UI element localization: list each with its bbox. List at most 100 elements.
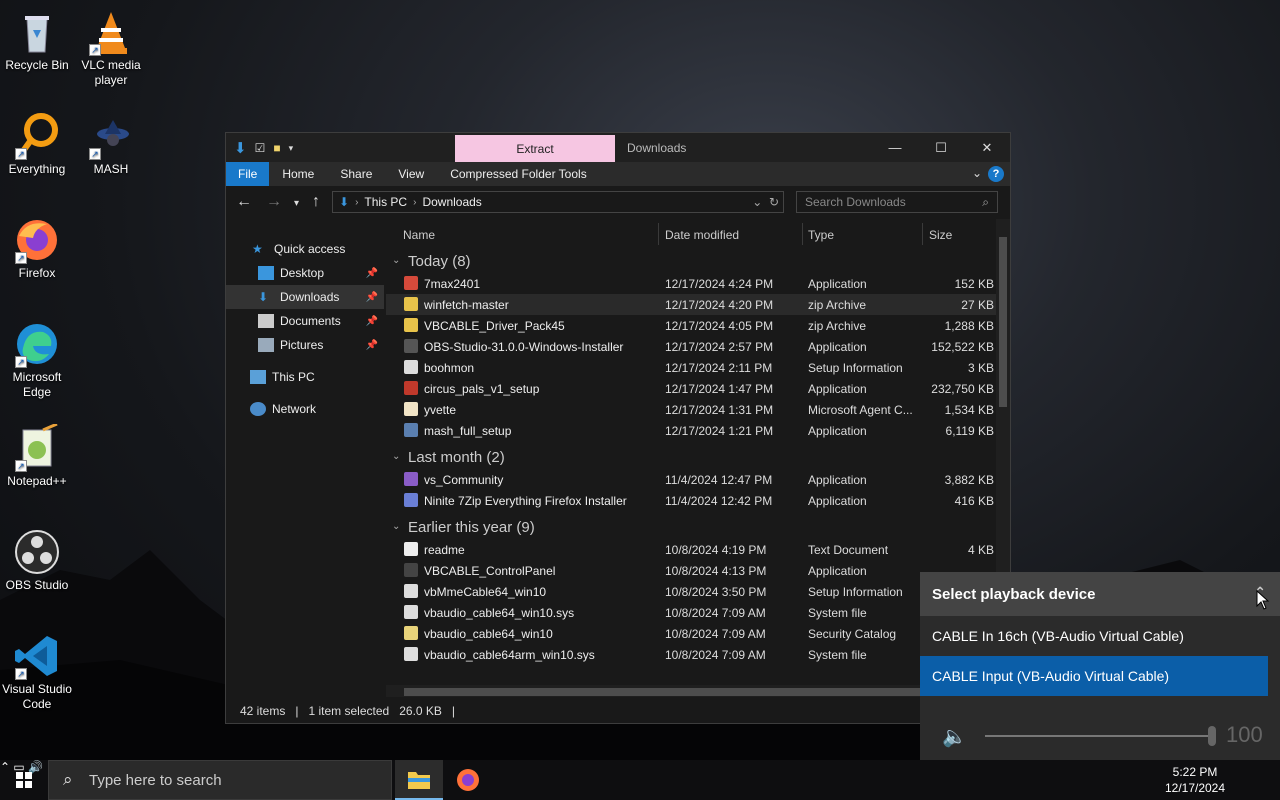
- file-icon: [404, 472, 418, 486]
- file-row[interactable]: vbMmeCable64_win10 10/8/2024 3:50 PM Setup…: [386, 581, 1010, 602]
- down-arrow-icon[interactable]: ⬇: [234, 139, 247, 157]
- group-header[interactable]: ⌄ Last month (2): [386, 447, 1010, 469]
- nav-quick-access[interactable]: ★ Quick access: [226, 237, 384, 261]
- desktop-icon-recycle-bin[interactable]: Recycle Bin: [0, 8, 74, 73]
- file-row[interactable]: vbaudio_cable64_win10 10/8/2024 7:09 AM Se…: [386, 623, 1010, 644]
- desktop-icon-notepadpp[interactable]: ↗ Notepad++: [0, 422, 74, 489]
- file-row[interactable]: VBCABLE_ControlPanel 10/8/2024 4:13 PM App…: [386, 560, 1010, 581]
- file-type: Setup Information: [808, 361, 903, 375]
- help-button[interactable]: ?: [988, 166, 1004, 182]
- network-icon: [250, 402, 266, 416]
- tab-compressed-folder-tools[interactable]: Compressed Folder Tools: [437, 162, 600, 186]
- file-row[interactable]: circus_pals_v1_setup 12/17/2024 1:47 PM Ap…: [386, 378, 1010, 399]
- group-label: Earlier this year (9): [408, 519, 535, 536]
- search-input[interactable]: Search Downloads ⌕: [796, 191, 998, 213]
- shortcut-arrow-icon: ↗: [15, 148, 27, 160]
- tab-view[interactable]: View: [385, 162, 437, 186]
- desktop-icon-label: Microsoft Edge: [12, 370, 62, 399]
- window-title: Downloads: [627, 141, 687, 155]
- file-row[interactable]: vs_Community 11/4/2024 12:47 PM Applicatio…: [386, 469, 1010, 490]
- file-row[interactable]: boohmon 12/17/2024 2:11 PM Setup Informati…: [386, 357, 1010, 378]
- start-button[interactable]: [0, 760, 48, 800]
- file-row[interactable]: OBS-Studio-31.0.0-Windows-Installer 12/17…: [386, 336, 1010, 357]
- address-bar[interactable]: ⬇ › This PC › Downloads ⌄ ↻: [332, 191, 784, 213]
- nav-downloads[interactable]: ⬇ Downloads 📌: [226, 285, 384, 309]
- taskbar-search-input[interactable]: ⌕ Type here to search: [48, 760, 392, 800]
- new-folder-icon[interactable]: ■: [273, 141, 280, 155]
- device-option[interactable]: CABLE In 16ch (VB-Audio Virtual Cable): [920, 616, 1280, 656]
- desktop-icon-label: VLC media player: [81, 58, 141, 87]
- file-row[interactable]: vbaudio_cable64_win10.sys 10/8/2024 7:09 …: [386, 602, 1010, 623]
- group-header[interactable]: ⌄ Earlier this year (9): [386, 517, 1010, 539]
- desktop-icon-obs[interactable]: OBS Studio: [0, 528, 74, 593]
- address-dropdown-icon[interactable]: ⌄: [752, 195, 762, 209]
- tab-share[interactable]: Share: [327, 162, 385, 186]
- desktop-icon-vscode[interactable]: ↗ Visual Studio Code: [0, 632, 74, 712]
- desktop-icon-mash[interactable]: ↗ MASH: [74, 112, 148, 177]
- expand-ribbon-icon[interactable]: ⌄: [972, 166, 982, 180]
- group-header[interactable]: ⌄ Today (8): [386, 251, 1010, 273]
- desktop-icon-firefox[interactable]: ↗ Firefox: [0, 216, 74, 281]
- scrollbar-thumb[interactable]: [404, 688, 924, 696]
- desktop-icon-everything[interactable]: ↗ Everything: [0, 112, 74, 177]
- file-row[interactable]: vbaudio_cable64arm_win10.sys 10/8/2024 7:…: [386, 644, 1010, 665]
- file-row[interactable]: mash_full_setup 12/17/2024 1:21 PM Applica…: [386, 420, 1010, 441]
- file-row[interactable]: VBCABLE_Driver_Pack45 12/17/2024 4:05 PM z…: [386, 315, 1010, 336]
- file-size: 3 KB: [967, 361, 994, 375]
- forward-button[interactable]: →: [266, 193, 282, 211]
- minimize-button[interactable]: —: [872, 133, 918, 162]
- column-size[interactable]: Size: [929, 228, 952, 242]
- extract-contextual-tab[interactable]: Extract: [455, 135, 615, 162]
- back-button[interactable]: ←: [236, 193, 252, 211]
- nav-pictures[interactable]: Pictures 📌: [226, 333, 384, 357]
- column-type[interactable]: Type: [808, 228, 834, 242]
- file-row[interactable]: Ninite 7Zip Everything Firefox Installer…: [386, 490, 1010, 511]
- breadcrumb-downloads[interactable]: Downloads: [422, 195, 481, 209]
- shortcut-arrow-icon: ↗: [15, 460, 27, 472]
- file-size: 4 KB: [967, 543, 994, 557]
- clock[interactable]: 5:22 PM 12/17/2024: [1164, 764, 1226, 796]
- qat-dropdown-icon[interactable]: ▾: [289, 143, 294, 154]
- scrollbar-thumb[interactable]: [999, 237, 1007, 407]
- properties-icon[interactable]: ☑: [255, 141, 266, 155]
- desktop-icon-vlc[interactable]: ↗ VLC media player: [74, 8, 148, 88]
- nav-documents[interactable]: Documents 📌: [226, 309, 384, 333]
- recent-locations-icon[interactable]: ▾: [294, 198, 299, 209]
- file-type: Security Catalog: [808, 627, 897, 641]
- file-row[interactable]: yvette 12/17/2024 1:31 PM Microsoft Agent …: [386, 399, 1010, 420]
- tab-file[interactable]: File: [226, 162, 270, 186]
- file-type: Text Document: [808, 543, 889, 557]
- device-option-selected[interactable]: CABLE Input (VB-Audio Virtual Cable): [920, 656, 1268, 696]
- column-date-modified[interactable]: Date modified: [665, 228, 739, 242]
- column-name[interactable]: Name: [403, 228, 435, 242]
- volume-slider[interactable]: [985, 735, 1211, 737]
- nav-desktop[interactable]: Desktop 📌: [226, 261, 384, 285]
- close-button[interactable]: ✕: [964, 133, 1010, 162]
- chevron-down-icon[interactable]: ⌄: [392, 255, 400, 266]
- file-name: OBS-Studio-31.0.0-Windows-Installer: [424, 340, 624, 354]
- chevron-down-icon[interactable]: ⌄: [392, 451, 400, 462]
- taskbar-firefox[interactable]: [444, 760, 492, 800]
- pin-icon: 📌: [365, 291, 378, 303]
- desktop-icon-label: Everything: [8, 162, 66, 176]
- breadcrumb-this-pc[interactable]: This PC: [364, 195, 407, 209]
- nav-this-pc[interactable]: This PC: [226, 365, 384, 389]
- nav-network[interactable]: Network: [226, 397, 384, 421]
- file-icon: [404, 402, 418, 416]
- file-row[interactable]: winfetch-master 12/17/2024 4:20 PM zip Arc…: [386, 294, 1010, 315]
- speaker-icon[interactable]: 🔈: [942, 724, 967, 749]
- flyout-header[interactable]: Select playback device ⌃: [920, 572, 1280, 616]
- file-name: vs_Community: [424, 473, 504, 487]
- desktop-icon-edge[interactable]: ↗ Microsoft Edge: [0, 320, 74, 400]
- file-row[interactable]: 7max2401 12/17/2024 4:24 PM Application 152…: [386, 273, 1010, 294]
- maximize-button[interactable]: ☐: [918, 133, 964, 162]
- file-type: zip Archive: [808, 319, 867, 333]
- chevron-down-icon[interactable]: ⌄: [392, 521, 400, 532]
- up-button[interactable]: ↑: [312, 193, 320, 211]
- tab-home[interactable]: Home: [269, 162, 327, 186]
- taskbar-file-explorer[interactable]: [395, 760, 443, 800]
- volume-slider-thumb[interactable]: [1208, 726, 1216, 746]
- file-size: 1,288 KB: [944, 319, 994, 333]
- file-row[interactable]: readme 10/8/2024 4:19 PM Text Document 4 KB: [386, 539, 1010, 560]
- refresh-icon[interactable]: ↻: [769, 195, 779, 209]
